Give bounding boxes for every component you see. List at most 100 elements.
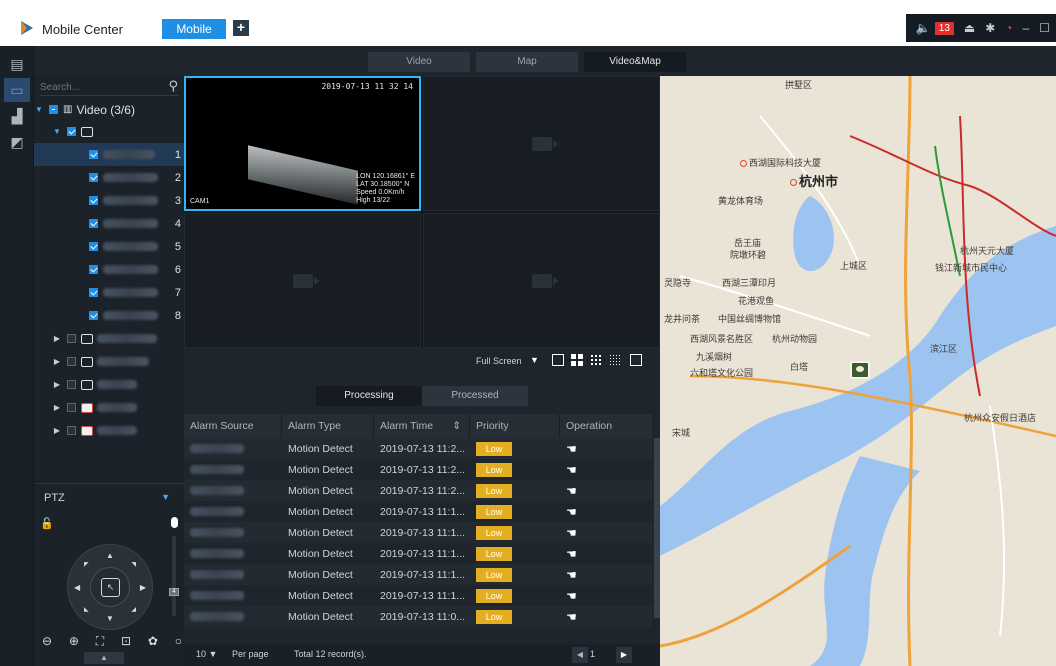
- ptz-up-icon[interactable]: ▲: [106, 551, 114, 560]
- tab-processed[interactable]: Processed: [422, 386, 528, 406]
- expand-arrow-icon[interactable]: ▶: [52, 334, 62, 343]
- tree-channel-1[interactable]: 1: [34, 143, 184, 166]
- layout-1-icon[interactable]: [552, 354, 564, 366]
- tree-checkbox[interactable]: [67, 380, 76, 389]
- page-size-select[interactable]: 10 ▼: [196, 649, 217, 659]
- ptz-right-icon[interactable]: ▶: [140, 583, 146, 592]
- tree-checkbox[interactable]: [89, 311, 98, 320]
- fullscreen-label[interactable]: Full Screen: [476, 356, 522, 366]
- minimize-icon[interactable]: –: [1023, 21, 1030, 35]
- tab-map[interactable]: Map: [476, 52, 578, 72]
- layout-16-icon[interactable]: [609, 354, 621, 366]
- maximize-icon[interactable]: ☐: [1039, 21, 1050, 35]
- tree-checkbox[interactable]: [67, 334, 76, 343]
- ptz-down-icon[interactable]: ▼: [106, 614, 114, 623]
- current-page[interactable]: 1: [590, 649, 595, 659]
- video-window-2[interactable]: [423, 76, 660, 211]
- table-row[interactable]: Motion Detect 2019-07-13 11:2... Low ☚: [184, 480, 652, 501]
- tree-checkbox[interactable]: [67, 403, 76, 412]
- tree-channel-7[interactable]: 7: [34, 281, 184, 304]
- col-alarm-time[interactable]: Alarm Time ⇕: [374, 414, 470, 438]
- search-icon[interactable]: ⚲: [168, 78, 178, 94]
- table-row[interactable]: Motion Detect 2019-07-13 11:2... Low ☚: [184, 438, 652, 459]
- search-input[interactable]: [40, 78, 150, 96]
- col-alarm-source[interactable]: Alarm Source: [184, 414, 282, 438]
- expand-arrow-icon[interactable]: ▶: [52, 380, 62, 389]
- process-hand-icon[interactable]: ☚: [566, 463, 577, 477]
- process-hand-icon[interactable]: ☚: [566, 589, 577, 603]
- tree-checkbox[interactable]: [89, 219, 98, 228]
- ptz-dropdown-icon[interactable]: ▼: [161, 492, 170, 502]
- table-row[interactable]: Motion Detect 2019-07-13 11:1... Low ☚: [184, 522, 652, 543]
- table-row[interactable]: Motion Detect 2019-07-13 11:0... Low ☚: [184, 606, 652, 627]
- table-row[interactable]: Motion Detect 2019-07-13 11:1... Low ☚: [184, 543, 652, 564]
- tree-vehicle[interactable]: ▶: [34, 373, 184, 396]
- expand-arrow-icon[interactable]: ▶: [52, 357, 62, 366]
- expand-arrow-icon[interactable]: ▶: [52, 426, 62, 435]
- expand-arrow-icon[interactable]: ▶: [52, 403, 62, 412]
- col-priority[interactable]: Priority: [470, 414, 560, 438]
- map-view[interactable]: 拱墅区 西湖国际科技大厦 杭州市 黄龙体育场 岳王庙 院墩环碧 上城区 灵隐寺 …: [660, 76, 1056, 666]
- tree-channel-6[interactable]: 6: [34, 258, 184, 281]
- col-operation[interactable]: Operation: [560, 414, 652, 438]
- table-row[interactable]: Motion Detect 2019-07-13 11:1... Low ☚: [184, 501, 652, 522]
- iris-open-icon[interactable]: ✿: [148, 634, 158, 649]
- ptz-upright-icon[interactable]: ◥: [131, 561, 136, 568]
- tree-channel-5[interactable]: 5: [34, 235, 184, 258]
- tree-channel-2[interactable]: 2: [34, 166, 184, 189]
- tree-vehicle-expanded[interactable]: ▼: [34, 120, 184, 143]
- tree-checkbox[interactable]: [49, 105, 58, 114]
- ptz-auto-icon[interactable]: ↖: [101, 578, 120, 597]
- focus-far-icon[interactable]: ⊡: [121, 634, 131, 649]
- lock-icon[interactable]: 🔓: [40, 517, 54, 530]
- expand-arrow-icon[interactable]: ▼: [34, 105, 44, 114]
- ptz-downleft-icon[interactable]: ◣: [84, 606, 89, 613]
- tab-video[interactable]: Video: [368, 52, 470, 72]
- next-page-button[interactable]: ▶: [616, 647, 632, 663]
- video-window-4[interactable]: [423, 213, 660, 348]
- ptz-direction-pad[interactable]: ▲ ▼ ◀ ▶ ◤ ◥ ◣ ◢ ↖: [67, 544, 153, 630]
- expand-arrow-icon[interactable]: ▼: [52, 127, 62, 136]
- prev-page-button[interactable]: ◀: [572, 647, 588, 663]
- layout-4-icon[interactable]: [571, 354, 583, 366]
- process-hand-icon[interactable]: ☚: [566, 442, 577, 456]
- tab-processing[interactable]: Processing: [316, 386, 422, 406]
- monitor-icon[interactable]: ▭: [4, 78, 30, 102]
- report-icon[interactable]: ◩: [4, 130, 30, 154]
- zoom-in-icon[interactable]: ⊕: [69, 634, 79, 649]
- tree-root[interactable]: ▼ ▥ Video (3/6): [34, 98, 184, 121]
- tree-channel-3[interactable]: 3: [34, 189, 184, 212]
- performance-icon[interactable]: ◔: [1005, 21, 1012, 35]
- tree-vehicle[interactable]: ▶: [34, 327, 184, 350]
- ptz-speed-slider[interactable]: 4: [169, 536, 179, 616]
- table-row[interactable]: Motion Detect 2019-07-13 11:1... Low ☚: [184, 585, 652, 606]
- statistics-icon[interactable]: ▟: [4, 104, 30, 128]
- table-row[interactable]: Motion Detect 2019-07-13 11:2... Low ☚: [184, 459, 652, 480]
- vehicle-marker-icon[interactable]: [850, 361, 870, 379]
- speaker-icon[interactable]: 🔈: [916, 21, 931, 35]
- process-hand-icon[interactable]: ☚: [566, 610, 577, 624]
- tree-vehicle-offline[interactable]: ▶: [34, 419, 184, 442]
- sort-icon[interactable]: ⇕: [452, 414, 461, 438]
- gear-icon[interactable]: ✱: [985, 21, 995, 35]
- tree-vehicle[interactable]: ▶: [34, 350, 184, 373]
- tab-video-map[interactable]: Video&Map: [584, 52, 686, 72]
- user-icon[interactable]: ⏏: [964, 21, 975, 35]
- process-hand-icon[interactable]: ☚: [566, 526, 577, 540]
- video-window-3[interactable]: [184, 213, 421, 348]
- tab-mobile[interactable]: Mobile: [162, 19, 226, 39]
- fullscreen-dropdown-icon[interactable]: ▼: [530, 355, 539, 365]
- tree-checkbox[interactable]: [67, 127, 76, 136]
- collapse-panel-button[interactable]: ▲: [84, 652, 124, 664]
- tree-checkbox[interactable]: [89, 196, 98, 205]
- tree-checkbox[interactable]: [89, 242, 98, 251]
- ptz-left-icon[interactable]: ◀: [74, 583, 80, 592]
- ptz-downright-icon[interactable]: ◢: [131, 606, 136, 613]
- ptz-upleft-icon[interactable]: ◤: [84, 561, 89, 568]
- ptz-speed-value[interactable]: 4: [169, 588, 179, 596]
- tree-checkbox[interactable]: [89, 173, 98, 182]
- process-hand-icon[interactable]: ☚: [566, 568, 577, 582]
- clipboard-icon[interactable]: ▤: [4, 52, 30, 76]
- tree-channel-4[interactable]: 4: [34, 212, 184, 235]
- tree-vehicle-offline[interactable]: ▶: [34, 396, 184, 419]
